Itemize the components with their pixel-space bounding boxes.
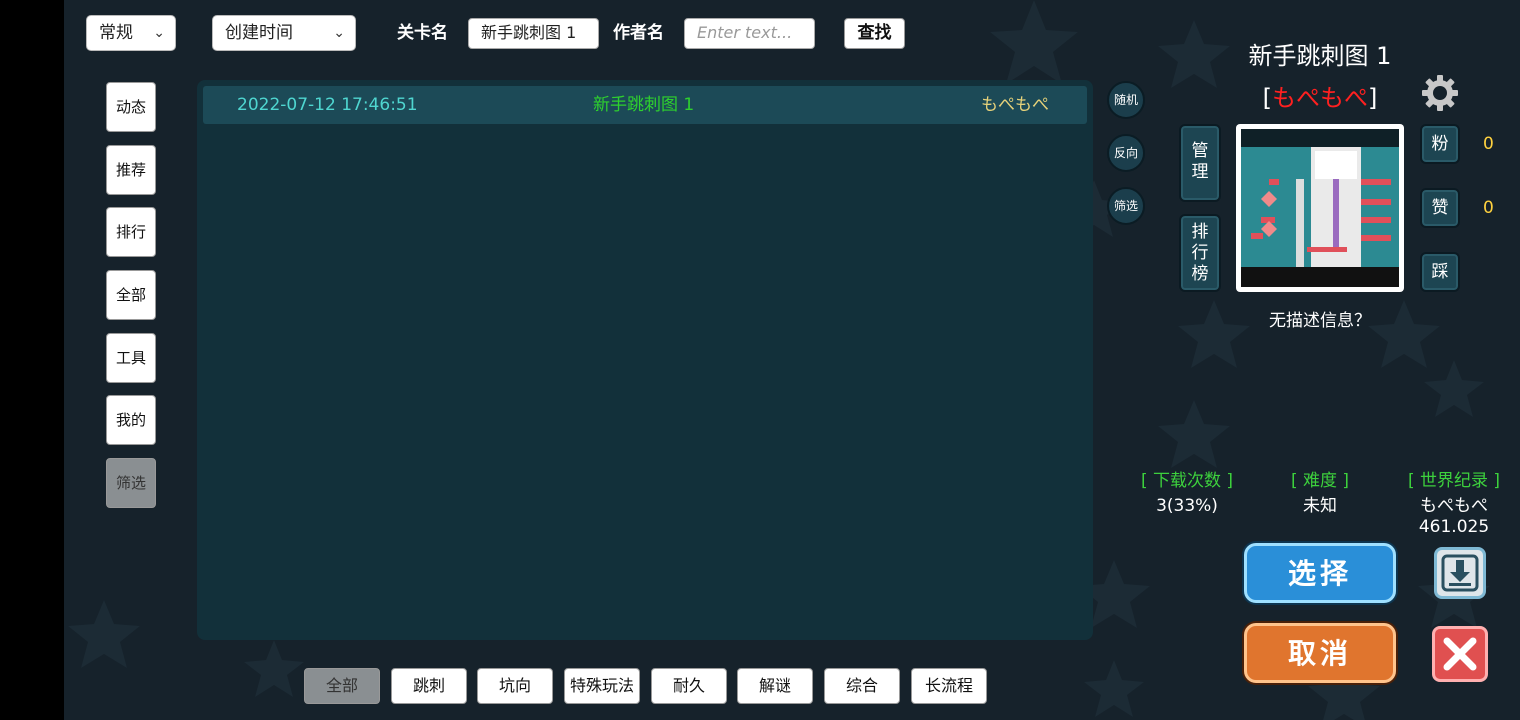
difficulty-label: [ 难度 ]	[1290, 471, 1350, 491]
author-bracket-open: [	[1262, 84, 1272, 112]
random-button[interactable]: 随机	[1107, 81, 1145, 119]
sort-mode-dropdown[interactable]: 常规 ⌄	[86, 15, 176, 51]
manage-button-label: 管 理	[1191, 141, 1209, 182]
filter-tab-endurance[interactable]: 耐久	[651, 668, 727, 704]
author-name-input[interactable]: Enter text...	[684, 18, 815, 49]
list-item[interactable]: 2022-07-12 17:46:51 新手跳刺图 1 もぺもぺ	[203, 86, 1087, 124]
world-record-holder: もぺもぺ	[1420, 496, 1488, 516]
downloads-value: 3(33%)	[1156, 496, 1218, 516]
game-screen: 常规 ⌄ 创建时间 ⌄ 关卡名 新手跳刺图 1 作者名 Enter text..…	[64, 0, 1520, 720]
leaderboard-button-label: 排 行 榜	[1191, 222, 1209, 284]
chevron-down-icon: ⌄	[153, 25, 165, 41]
world-record-label: [ 世界纪录 ]	[1407, 471, 1501, 491]
close-icon	[1443, 637, 1477, 671]
level-preview	[1236, 124, 1404, 292]
row-author: もぺもぺ	[981, 95, 1049, 115]
cancel-button[interactable]: 取消	[1244, 623, 1396, 683]
download-icon	[1441, 554, 1479, 592]
sidebar-item-ranking[interactable]: 排行	[106, 207, 156, 257]
search-button[interactable]: 查找	[844, 18, 905, 49]
level-list: 2022-07-12 17:46:51 新手跳刺图 1 もぺもぺ	[197, 80, 1093, 640]
select-button[interactable]: 选择	[1244, 543, 1396, 603]
sort-mode-value: 常规	[99, 23, 133, 43]
manage-button[interactable]: 管 理	[1179, 124, 1221, 202]
fans-count: 0	[1483, 134, 1494, 154]
filter-tab-spike[interactable]: 跳刺	[391, 668, 467, 704]
filter-button[interactable]: 筛选	[1107, 187, 1145, 225]
sidebar-item-mine[interactable]: 我的	[106, 395, 156, 445]
leaderboard-button[interactable]: 排 行 榜	[1179, 214, 1221, 292]
like-button[interactable]: 赞	[1420, 188, 1460, 228]
close-button[interactable]	[1432, 626, 1488, 682]
author-name-label: 作者名	[613, 23, 664, 43]
sidebar-item-dynamic[interactable]: 动态	[106, 82, 156, 132]
row-date: 2022-07-12 17:46:51	[237, 95, 418, 115]
like-count: 0	[1483, 198, 1494, 218]
sidebar-item-all[interactable]: 全部	[106, 270, 156, 320]
sort-field-value: 创建时间	[225, 23, 293, 43]
level-description: 无描述信息？	[1269, 311, 1371, 331]
filter-tab-special[interactable]: 特殊玩法	[564, 668, 640, 704]
author-name: もぺもぺ	[1272, 84, 1368, 112]
level-title: 新手跳刺图 1	[1248, 42, 1392, 70]
filter-tab-all[interactable]: 全部	[304, 668, 380, 704]
gear-icon[interactable]	[1421, 74, 1459, 112]
filter-tab-mixed[interactable]: 综合	[824, 668, 900, 704]
row-level-name: 新手跳刺图 1	[593, 95, 695, 115]
fans-button[interactable]: 粉	[1420, 124, 1460, 164]
dislike-button[interactable]: 踩	[1420, 252, 1460, 292]
filter-tab-trap[interactable]: 坑向	[477, 668, 553, 704]
author-bracket-close: ]	[1368, 84, 1378, 112]
filter-tab-long[interactable]: 长流程	[911, 668, 987, 704]
filter-tab-puzzle[interactable]: 解谜	[737, 668, 813, 704]
sort-field-dropdown[interactable]: 创建时间 ⌄	[212, 15, 356, 51]
level-author: [もぺもぺ]	[1220, 78, 1420, 113]
reverse-button[interactable]: 反向	[1107, 134, 1145, 172]
sidebar-item-recommend[interactable]: 推荐	[106, 145, 156, 195]
level-name-input[interactable]: 新手跳刺图 1	[468, 18, 599, 49]
difficulty-value: 未知	[1303, 496, 1337, 516]
sidebar-item-tools[interactable]: 工具	[106, 333, 156, 383]
world-record-time: 461.025	[1418, 517, 1490, 537]
chevron-down-icon: ⌄	[333, 25, 345, 41]
level-name-label: 关卡名	[397, 23, 448, 43]
download-button[interactable]	[1434, 547, 1486, 599]
sidebar-item-filter[interactable]: 筛选	[106, 458, 156, 508]
downloads-label: [ 下载次数 ]	[1140, 471, 1234, 491]
